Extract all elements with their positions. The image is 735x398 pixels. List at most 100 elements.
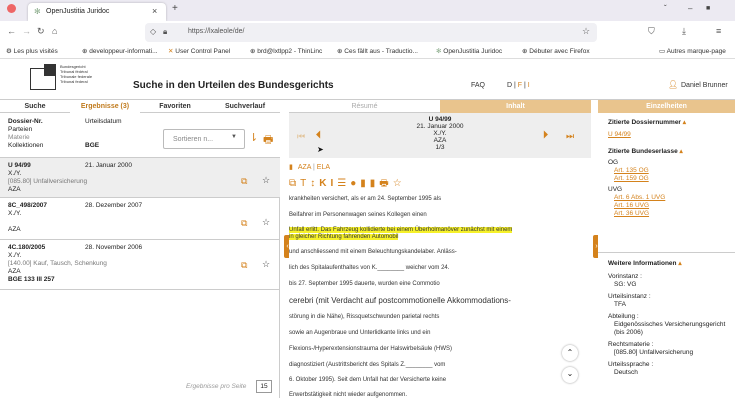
url-bar[interactable]: ◇ 🔒︎ https://lxaleole/de/ ☆ bbox=[145, 23, 597, 42]
kollektionen-label: Kollektionen bbox=[8, 142, 44, 149]
favorite-star-icon[interactable]: ☆ bbox=[262, 175, 270, 186]
next-doc-icon[interactable]: ⏵ bbox=[543, 130, 548, 141]
per-page-input[interactable]: 15 bbox=[256, 380, 272, 393]
bookmark-item[interactable]: ⊕ Débuter avec Firefox bbox=[522, 47, 590, 55]
bookmark-item[interactable]: ✻ OpenJustitia Juridoc bbox=[436, 47, 502, 55]
zitierte-erlasse-heading[interactable]: Zitierte Bundeserlasse ▴ bbox=[608, 148, 735, 156]
bookmark-item[interactable]: ⊕ Ces fällt aus - Traductio... bbox=[337, 47, 418, 55]
field-value: [085.80] Unfallversicherung bbox=[614, 349, 694, 356]
doc-line: störung in die Nähe), Rissquetschwunden … bbox=[289, 314, 440, 320]
lang-i-link[interactable]: I bbox=[528, 82, 530, 89]
doc-navigator: ⏮ ⏴ U 94/99 21. Januar 2000 X./Y. AZA 1/… bbox=[289, 113, 591, 158]
comment-icon[interactable]: ● bbox=[350, 178, 360, 189]
menu-icon[interactable]: ≡ bbox=[716, 26, 721, 36]
sort-direction-icon[interactable]: ⇂ bbox=[249, 131, 258, 144]
user-name[interactable]: Daniel Brunner bbox=[681, 82, 728, 89]
reload-icon[interactable]: ↻ bbox=[37, 26, 45, 37]
urteilsdatum-label: Urteilsdatum bbox=[85, 118, 122, 125]
result-item[interactable]: 4C.180/2005 X./Y. [140.00] Kauf, Tausch,… bbox=[0, 240, 280, 290]
law-link[interactable]: Art. 36 UVG bbox=[614, 210, 735, 218]
open-external-icon[interactable]: ⧉ bbox=[241, 176, 247, 187]
tab-list-icon[interactable]: ˇ bbox=[664, 4, 667, 13]
result-bge: BGE 133 III 257 bbox=[8, 276, 55, 283]
forward-icon[interactable]: → bbox=[22, 26, 31, 36]
bookmark-item[interactable]: ✕ User Control Panel bbox=[168, 47, 230, 55]
doc-lang-row: ▮ AZA | ELA bbox=[289, 164, 331, 171]
back-icon[interactable]: ← bbox=[7, 26, 16, 36]
favorite-star-icon[interactable]: ☆ bbox=[262, 217, 270, 228]
print-icon[interactable]: 🖶︎ bbox=[263, 131, 273, 150]
result-parteien: X./Y. bbox=[8, 210, 22, 217]
lang-d-link[interactable]: D bbox=[507, 82, 512, 89]
zitierte-dossiers-heading[interactable]: Zitierte Dossiernummer ▴ bbox=[608, 119, 735, 127]
other-bookmarks[interactable]: ▭ Autres marque-page bbox=[659, 47, 726, 55]
favorite-star-icon[interactable]: ☆ bbox=[393, 178, 406, 189]
url-text[interactable]: https://lxaleole/de/ bbox=[188, 28, 244, 35]
logo[interactable]: Bundesgericht Tribunal fédéral Tribunale… bbox=[30, 64, 125, 94]
results-header: Dossier-Nr. Parteien Materie Kollektione… bbox=[0, 113, 280, 158]
materie-label: Materie bbox=[8, 134, 30, 141]
tab-einzelheiten[interactable]: Einzelheiten bbox=[598, 100, 735, 113]
downloads-icon[interactable]: ⤓ bbox=[682, 26, 686, 37]
user-icon[interactable]: 👤︎ bbox=[668, 80, 678, 89]
minimize-button[interactable]: – bbox=[688, 4, 692, 13]
firefox-view-icon[interactable] bbox=[7, 4, 16, 13]
weitere-heading[interactable]: Weitere Informationen ▴ bbox=[608, 260, 735, 268]
text-size-icon[interactable]: T↕ bbox=[300, 178, 319, 189]
new-tab-button[interactable]: + bbox=[172, 3, 178, 14]
open-external-icon[interactable]: ⧉ bbox=[241, 218, 247, 229]
faq-link[interactable]: FAQ bbox=[471, 82, 485, 89]
doc-line: Flexions-/Hyperextensionstrauma der Hals… bbox=[289, 346, 453, 352]
cited-dossier-link[interactable]: U 94/99 bbox=[608, 131, 735, 139]
results-pane: Dossier-Nr. Parteien Materie Kollektione… bbox=[0, 113, 280, 398]
chevron-up-icon: ▴ bbox=[679, 148, 683, 155]
law-link[interactable]: Art. 6 Abs. 1 UVG bbox=[614, 194, 735, 202]
field-label: Vorinstanz : bbox=[608, 273, 642, 280]
book-icon[interactable]: ▮▮ bbox=[360, 178, 379, 189]
last-doc-icon[interactable]: ⏭ bbox=[566, 131, 574, 142]
ki-icon[interactable]: KI bbox=[319, 178, 337, 189]
first-doc-icon[interactable]: ⏮ bbox=[297, 131, 305, 142]
bookmark-item[interactable]: ⊕ developpeur-informati... bbox=[82, 47, 158, 55]
browser-tab-bar: ✻ OpenJustitia Juridoc × + ˇ – ■ bbox=[0, 0, 735, 21]
result-nr: 8C_498/2007 bbox=[8, 202, 48, 209]
lang-switch: D | F | I bbox=[507, 82, 530, 89]
law-link[interactable]: Art. 135 OG bbox=[614, 167, 735, 175]
lang-f-link[interactable]: F bbox=[518, 82, 522, 89]
list-icon[interactable]: ☰ bbox=[337, 178, 350, 189]
doc-line: krankheiten versichert, als er am 24. Se… bbox=[289, 196, 442, 202]
lang-ela-link[interactable]: ELA bbox=[317, 164, 330, 171]
tab-ergebnisse[interactable]: Ergebnisse (3) bbox=[70, 100, 140, 113]
result-parteien: X./Y. bbox=[8, 170, 22, 177]
result-materie: [140.00] Kauf, Tausch, Schenkung bbox=[8, 260, 107, 267]
maximize-button[interactable]: ■ bbox=[706, 5, 710, 12]
favorite-star-icon[interactable]: ☆ bbox=[262, 259, 270, 270]
result-item[interactable]: U 94/99 X./Y. [085.80] Unfallversicherun… bbox=[0, 158, 280, 198]
result-item[interactable]: 8C_498/2007 X./Y. AZA 28. Dezember 2007 … bbox=[0, 198, 280, 240]
globe-icon: ⊕ bbox=[250, 48, 256, 55]
tab-close-icon[interactable]: × bbox=[152, 6, 157, 16]
lang-aza-link[interactable]: AZA bbox=[298, 164, 311, 171]
bookmark-star-icon[interactable]: ☆ bbox=[582, 26, 590, 37]
chevron-down-icon: ▼ bbox=[231, 134, 237, 140]
law-link[interactable]: Art. 159 OG bbox=[614, 175, 735, 183]
law-link[interactable]: Art. 16 UVG bbox=[614, 202, 735, 210]
home-icon[interactable]: ⌂ bbox=[52, 26, 57, 36]
sort-select[interactable]: Sortieren n... ▼ bbox=[163, 129, 245, 149]
bookmark-item[interactable]: ⚙ Les plus visités bbox=[6, 47, 58, 55]
pocket-icon[interactable]: ⛉ bbox=[648, 26, 655, 37]
scroll-down-button[interactable]: ⌄ bbox=[562, 367, 578, 383]
prev-doc-icon[interactable]: ⏴ bbox=[316, 130, 321, 141]
field-label: Urteilsinstanz : bbox=[608, 293, 651, 300]
document-icon: ▮ bbox=[289, 164, 293, 171]
open-external-icon[interactable]: ⧉ bbox=[289, 178, 300, 189]
browser-tab[interactable]: ✻ OpenJustitia Juridoc × bbox=[28, 3, 166, 21]
tab-resume[interactable]: Résumé bbox=[289, 100, 440, 113]
field-label: Abteilung : bbox=[608, 313, 639, 320]
print-icon[interactable]: 🖶︎ bbox=[379, 178, 392, 189]
document-pane: ⏮ ⏴ U 94/99 21. Januar 2000 X./Y. AZA 1/… bbox=[289, 113, 591, 398]
tab-inhalt[interactable]: Inhalt bbox=[440, 100, 591, 113]
open-external-icon[interactable]: ⧉ bbox=[241, 260, 247, 271]
bookmark-item[interactable]: ⊕ brd@lxtlpp2 - ThinLinc bbox=[250, 47, 322, 55]
scroll-up-button[interactable]: ⌃ bbox=[562, 345, 578, 361]
